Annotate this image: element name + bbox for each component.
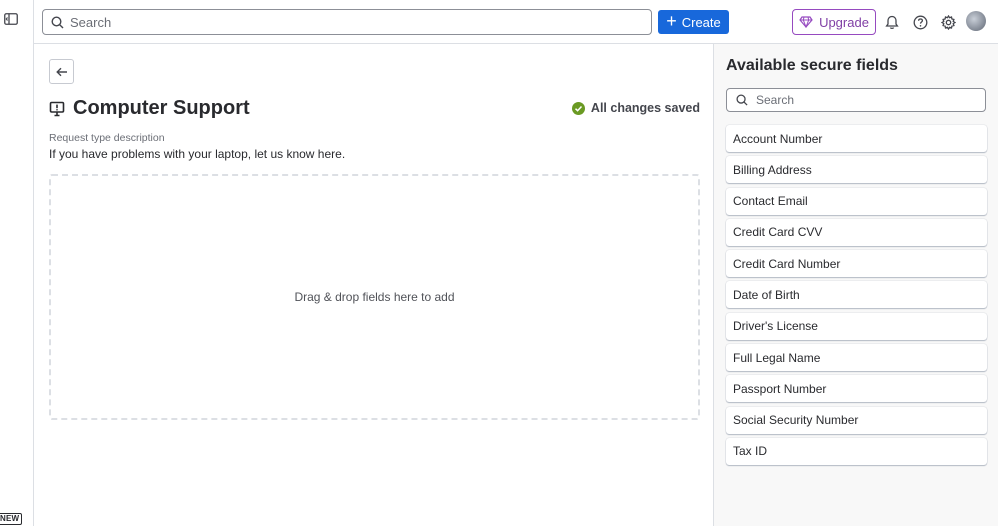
save-status-text: All changes saved	[590, 101, 700, 115]
new-badge: NEW	[0, 513, 23, 525]
field-item-date-of-birth[interactable]: Date of Birth	[726, 281, 987, 309]
field-item-social-security-number[interactable]: Social Security Number	[726, 406, 987, 434]
secure-fields-panel: Available secure fields Account Number B…	[713, 44, 998, 526]
panel-title: Available secure fields	[726, 57, 898, 74]
dropzone-text: Drag & drop fields here to add	[294, 290, 455, 304]
back-button[interactable]	[49, 59, 74, 84]
arrow-left-icon	[55, 67, 67, 76]
page-title: Computer Support	[73, 97, 250, 119]
field-item-contact-email[interactable]: Contact Email	[726, 187, 987, 215]
description-text[interactable]: If you have problems with your laptop, l…	[49, 147, 345, 161]
upgrade-button[interactable]: Upgrade	[792, 9, 876, 35]
help-icon[interactable]	[910, 12, 930, 32]
description-label: Request type description	[49, 132, 165, 144]
field-dropzone[interactable]: Drag & drop fields here to add	[49, 174, 700, 420]
search-icon	[51, 15, 64, 28]
create-label: Create	[681, 14, 721, 30]
field-item-passport-number[interactable]: Passport Number	[726, 375, 987, 403]
field-item-credit-card-cvv[interactable]: Credit Card CVV	[726, 218, 987, 246]
field-item-drivers-license[interactable]: Driver's License	[726, 312, 987, 340]
field-item-credit-card-number[interactable]: Credit Card Number	[726, 250, 987, 278]
search-input[interactable]	[70, 14, 630, 30]
gem-icon	[799, 16, 813, 28]
notifications-icon[interactable]	[882, 12, 902, 32]
save-status: All changes saved	[571, 101, 700, 115]
field-list: Account Number Billing Address Contact E…	[726, 125, 987, 469]
field-item-tax-id[interactable]: Tax ID	[726, 437, 987, 465]
fields-search-input[interactable]	[756, 93, 976, 107]
sidebar-toggle-icon[interactable]	[4, 12, 22, 30]
check-circle-icon	[571, 101, 585, 115]
settings-gear-icon[interactable]	[938, 12, 958, 32]
fields-search[interactable]	[726, 88, 986, 112]
create-button[interactable]: + Create	[658, 10, 729, 34]
user-avatar[interactable]	[966, 11, 986, 31]
field-item-account-number[interactable]: Account Number	[726, 125, 987, 152]
computer-support-icon	[49, 101, 65, 116]
field-item-full-legal-name[interactable]: Full Legal Name	[726, 344, 987, 372]
top-navigation: + Create Upgrade	[34, 0, 998, 44]
title-row: Computer Support	[49, 97, 250, 120]
left-rail: NEW	[0, 0, 34, 526]
plus-icon: +	[666, 11, 677, 31]
field-item-billing-address[interactable]: Billing Address	[726, 156, 987, 184]
request-type-editor: Computer Support All changes saved Reque…	[34, 44, 713, 526]
global-search[interactable]	[42, 9, 652, 35]
search-icon	[736, 94, 748, 106]
upgrade-label: Upgrade	[819, 14, 869, 30]
